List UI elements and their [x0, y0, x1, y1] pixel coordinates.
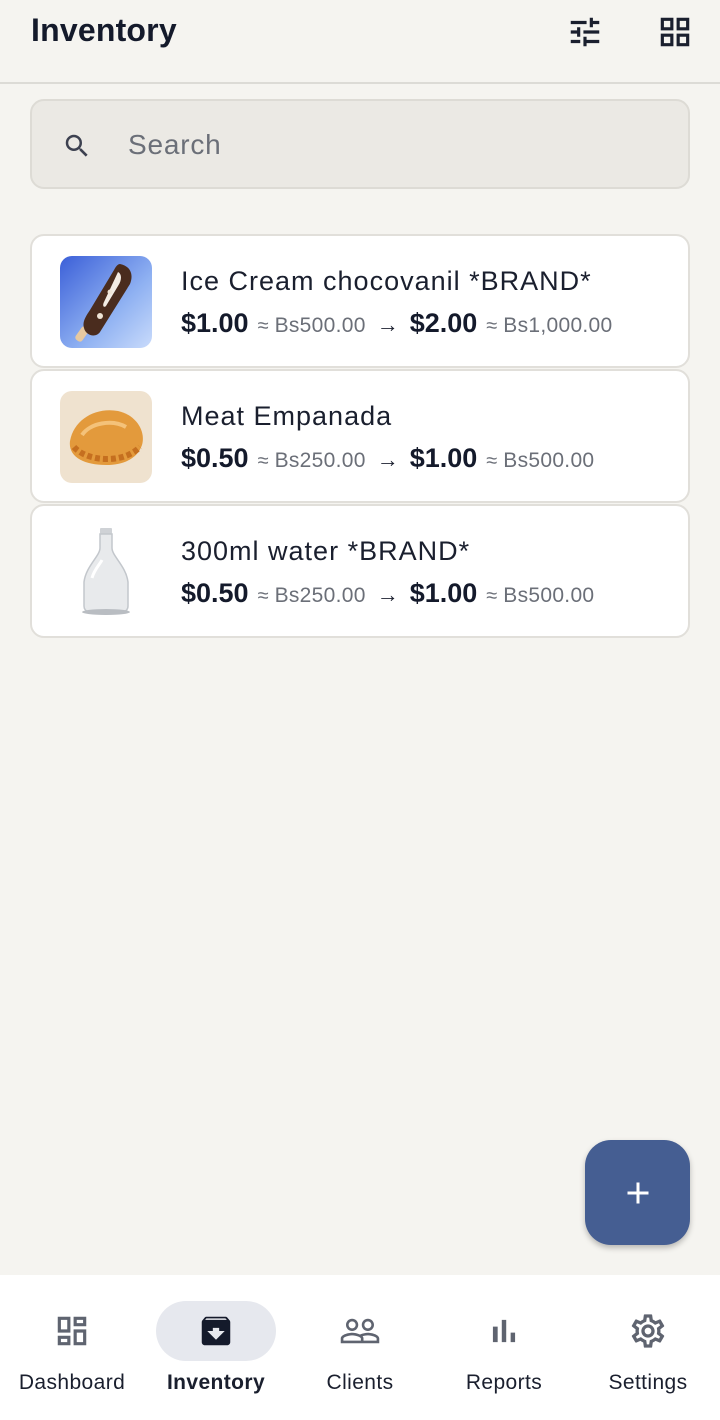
grid-view-icon [660, 17, 690, 47]
nav-label: Settings [608, 1371, 688, 1394]
product-card[interactable]: Ice Cream chocovanil *BRAND* $1.00 ≈ Bs5… [30, 234, 690, 368]
page-title: Inventory [31, 12, 177, 48]
nav-pill [12, 1301, 132, 1361]
price-bs: Bs500.00 [503, 584, 595, 607]
nav-pill [588, 1301, 708, 1361]
product-list: Ice Cream chocovanil *BRAND* $1.00 ≈ Bs5… [30, 234, 690, 639]
price-bs: Bs500.00 [503, 449, 595, 472]
tune-sliders-icon [570, 17, 600, 47]
price-usd: $1.00 [409, 578, 478, 608]
search-icon [65, 134, 88, 157]
nav-label: Reports [465, 1371, 543, 1394]
inventory-box-icon [201, 1316, 231, 1346]
product-prices: $0.50 ≈ Bs250.00 → $1.00 ≈ Bs500.00 [181, 443, 594, 474]
app-root: Inventory Search Ice Cream chocovanil *B… [0, 0, 720, 1420]
nav-item-clients[interactable]: Clients [288, 1301, 432, 1411]
product-card[interactable]: Meat Empanada $0.50 ≈ Bs250.00 → $1.00 ≈… [30, 369, 690, 503]
arrow-icon: → [376, 447, 399, 472]
approx-symbol: ≈ [486, 315, 498, 337]
price-usd: $2.00 [409, 308, 478, 338]
cost-usd: $1.00 [181, 308, 249, 338]
product-prices: $0.50 ≈ Bs250.00 → $1.00 ≈ Bs500.00 [181, 578, 594, 609]
bottom-navigation: Dashboard Inventory Clients Reports Sett… [0, 1275, 720, 1420]
nav-item-reports[interactable]: Reports [432, 1301, 576, 1411]
product-prices: $1.00 ≈ Bs500.00 → $2.00 ≈ Bs1,000.00 [181, 308, 613, 339]
people-icon [340, 1318, 380, 1344]
product-name: Ice Cream chocovanil *BRAND* [181, 266, 592, 296]
nav-pill [300, 1301, 420, 1361]
bar-chart-icon [492, 1319, 516, 1343]
plus-icon [627, 1182, 648, 1203]
nav-pill [444, 1301, 564, 1361]
nav-label: Inventory [166, 1371, 266, 1394]
approx-symbol: ≈ [257, 315, 269, 337]
top-app-bar: Inventory [0, 0, 720, 84]
cost-usd: $0.50 [181, 443, 249, 473]
nav-label: Dashboard [18, 1371, 126, 1394]
nav-item-settings[interactable]: Settings [576, 1301, 720, 1411]
product-name: 300ml water *BRAND* [181, 536, 471, 566]
add-product-button[interactable] [585, 1140, 690, 1245]
price-bs: Bs1,000.00 [503, 314, 613, 337]
cost-bs: Bs500.00 [274, 314, 366, 337]
approx-symbol: ≈ [257, 450, 269, 472]
arrow-icon: → [376, 582, 399, 607]
search-input[interactable] [128, 123, 668, 167]
approx-symbol: ≈ [257, 585, 269, 607]
gear-icon [631, 1314, 665, 1348]
filter-button[interactable] [563, 10, 607, 54]
product-image-empanada [60, 391, 152, 483]
product-name: Meat Empanada [181, 401, 393, 431]
product-card[interactable]: 300ml water *BRAND* $0.50 ≈ Bs250.00 → $… [30, 504, 690, 638]
nav-item-dashboard[interactable]: Dashboard [0, 1301, 144, 1411]
arrow-icon: → [376, 312, 399, 337]
approx-symbol: ≈ [486, 585, 498, 607]
price-usd: $1.00 [409, 443, 478, 473]
cost-bs: Bs250.00 [274, 449, 366, 472]
nav-label: Clients [326, 1371, 394, 1394]
cost-bs: Bs250.00 [274, 584, 366, 607]
product-image-ice-cream [60, 256, 152, 348]
dashboard-icon [57, 1316, 87, 1346]
cost-usd: $0.50 [181, 578, 249, 608]
nav-pill-active [156, 1301, 276, 1361]
product-image-water-bottle [60, 526, 152, 618]
search-bar[interactable] [30, 99, 690, 189]
nav-item-inventory[interactable]: Inventory [144, 1301, 288, 1411]
approx-symbol: ≈ [486, 450, 498, 472]
grid-view-button[interactable] [653, 10, 697, 54]
